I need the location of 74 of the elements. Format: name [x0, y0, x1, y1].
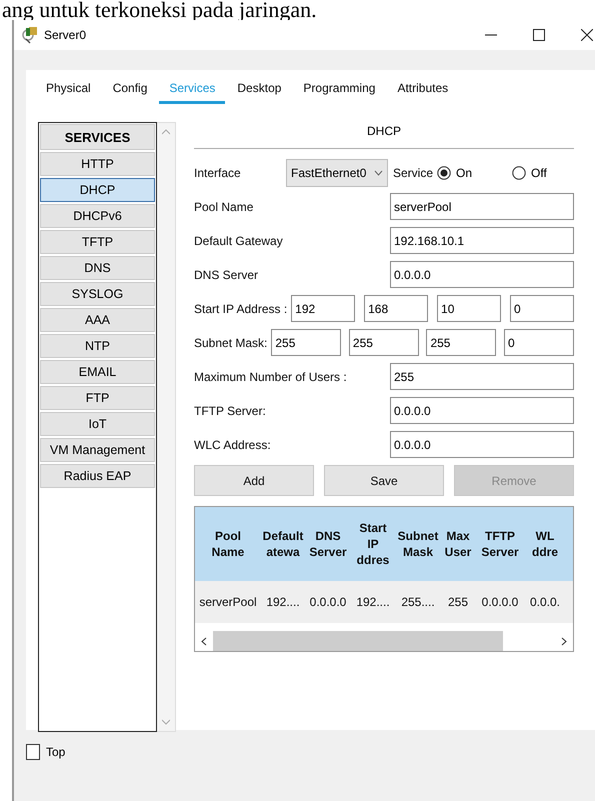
- octet-field[interactable]: 168: [364, 295, 428, 322]
- input-field[interactable]: 255: [390, 363, 574, 390]
- top-checkbox[interactable]: Top: [26, 744, 595, 760]
- table-cell-text: 255: [446, 594, 470, 610]
- service-item[interactable]: DHCP: [40, 178, 155, 202]
- table-cell-text: 255....: [400, 594, 436, 610]
- octet-field[interactable]: 0: [510, 295, 574, 322]
- caret-icon: [374, 170, 383, 176]
- octet-field[interactable]: 10: [437, 295, 502, 322]
- field-label: WLC Address:: [194, 438, 272, 452]
- maximize-icon[interactable]: [533, 29, 545, 41]
- window-title: Server0: [44, 28, 86, 42]
- field-label: Start IP Address :: [194, 302, 288, 316]
- tab[interactable]: Physical: [36, 78, 101, 104]
- column-header: Default atewa: [262, 528, 304, 560]
- table-cell-text: 0.0.0.0: [480, 594, 520, 610]
- table-cell-text: 0.0.0.0: [308, 594, 348, 610]
- service-item[interactable]: EMAIL: [40, 360, 155, 384]
- service-item[interactable]: NTP: [40, 334, 155, 358]
- checkbox[interactable]: [26, 744, 40, 760]
- tab[interactable]: Config: [102, 78, 158, 104]
- input-field[interactable]: 0.0.0.0: [390, 397, 574, 424]
- input-field[interactable]: serverPool: [390, 193, 574, 220]
- service-item[interactable]: TFTP: [40, 230, 155, 254]
- service-item[interactable]: SYSLOG: [40, 282, 155, 306]
- service-item[interactable]: DHCPv6: [40, 204, 155, 228]
- field-label: Interface: [194, 166, 242, 180]
- column-header: Subnet Mask: [396, 528, 440, 560]
- tab[interactable]: Attributes: [387, 78, 458, 104]
- services-header: SERVICES: [40, 124, 155, 150]
- octet-field[interactable]: 255: [271, 329, 342, 356]
- service-item[interactable]: DNS: [40, 256, 155, 280]
- service-item[interactable]: HTTP: [40, 152, 155, 176]
- input-field[interactable]: 0.0.0.0: [390, 261, 574, 288]
- column-header: TFTP Server: [480, 528, 520, 560]
- service-item[interactable]: Radius EAP: [40, 464, 155, 488]
- action-button[interactable]: Add: [194, 465, 314, 496]
- field-label: Subnet Mask:: [194, 336, 268, 350]
- octet-field[interactable]: 192: [291, 295, 356, 322]
- field-label: DNS Server: [194, 268, 260, 282]
- column-header: Start IP ddres: [356, 520, 390, 568]
- tab[interactable]: Programming: [293, 78, 386, 104]
- scrollbar-thumb[interactable]: [213, 631, 503, 651]
- table-cell-text: 192....: [355, 594, 391, 610]
- service-item[interactable]: AAA: [40, 308, 155, 332]
- field-label: Maximum Number of Users :: [194, 370, 348, 384]
- input-field[interactable]: 0.0.0.0: [390, 431, 574, 458]
- table-cell-text: 0.0.0.: [528, 594, 562, 610]
- octet-field[interactable]: 255: [348, 329, 419, 356]
- action-button[interactable]: Save: [324, 465, 444, 496]
- octet-field[interactable]: 255: [426, 329, 496, 356]
- field-label: Default Gateway: [194, 234, 284, 248]
- tab[interactable]: Desktop: [227, 78, 292, 104]
- table-cell-text: serverPool: [198, 594, 258, 610]
- field-label: Pool Name: [194, 200, 254, 214]
- table-cell-text: 192....: [265, 594, 301, 610]
- column-header: WL ddre: [530, 528, 559, 560]
- service-item[interactable]: FTP: [40, 386, 155, 410]
- service-item[interactable]: IoT: [40, 412, 155, 436]
- close-icon[interactable]: [581, 29, 593, 41]
- octet-field[interactable]: 0: [504, 329, 574, 356]
- radio-option[interactable]: On: [437, 166, 472, 180]
- input-field[interactable]: 192.168.10.1: [390, 227, 574, 254]
- radio-icon[interactable]: [512, 166, 526, 180]
- field-label: TFTP Server:: [194, 404, 267, 418]
- column-header: Pool Name: [210, 528, 246, 560]
- service-item[interactable]: VM Management: [40, 438, 155, 462]
- radio-option[interactable]: Off: [512, 166, 547, 180]
- field-label: Service: [393, 166, 434, 180]
- section-title: DHCP: [366, 123, 402, 140]
- column-header: DNS Server: [308, 528, 348, 560]
- radio-icon[interactable]: [437, 166, 452, 180]
- column-header: Max User: [444, 528, 472, 560]
- interface-dropdown[interactable]: FastEthernet0: [286, 158, 388, 186]
